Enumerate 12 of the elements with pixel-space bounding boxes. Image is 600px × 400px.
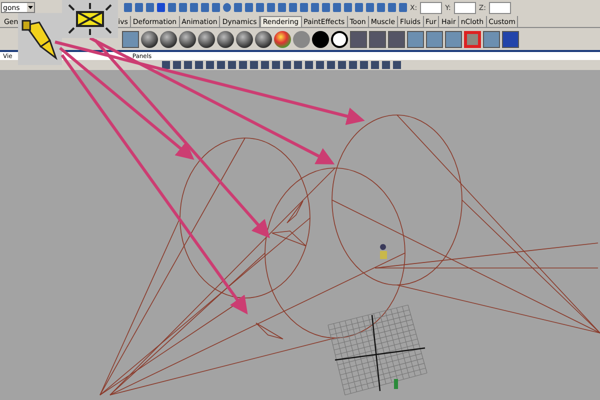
spotlight-icon [18, 13, 62, 65]
character-icon [380, 244, 387, 259]
coord-field[interactable] [420, 2, 442, 14]
tool-icon[interactable] [122, 30, 139, 48]
tool-icon[interactable] [426, 30, 443, 48]
coord-field[interactable] [454, 2, 476, 14]
tool-icon[interactable] [445, 30, 462, 48]
ring-icon[interactable] [331, 30, 348, 48]
caret-icon [27, 3, 34, 12]
tool-icon[interactable] [483, 30, 500, 48]
tool-icon[interactable] [407, 30, 424, 48]
coord-field[interactable] [489, 2, 512, 14]
